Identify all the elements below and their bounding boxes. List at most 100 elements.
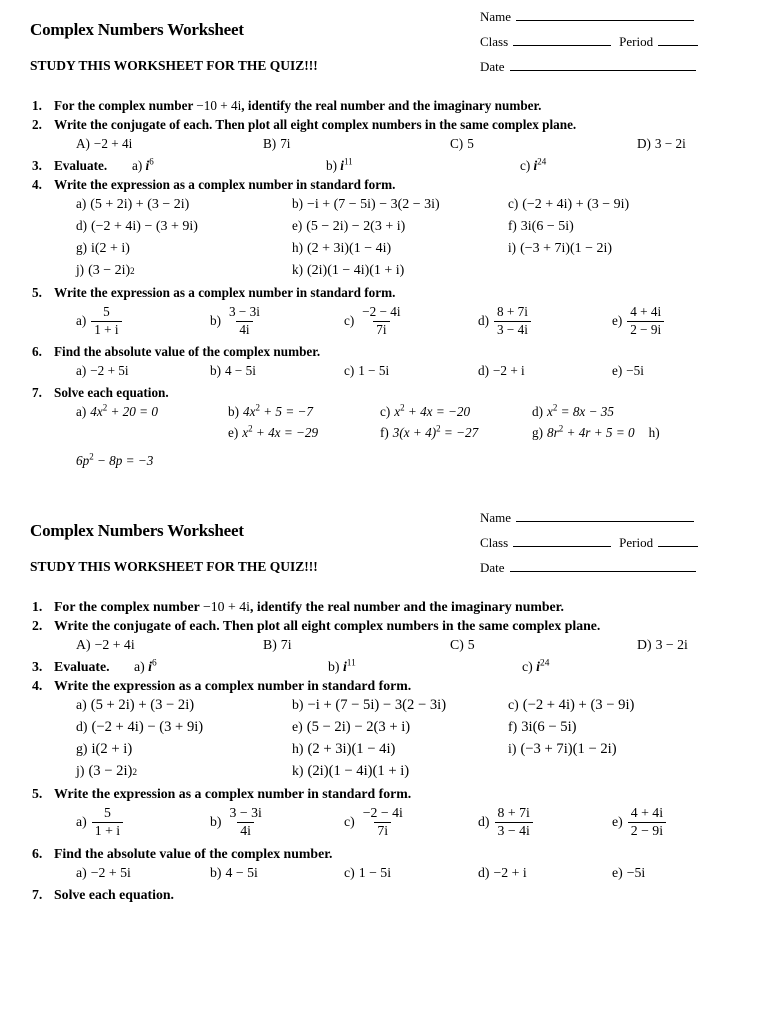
problem-4-row-2-2: d) (−2 + 4i) − (3 + 9i) e) (5 − 2i) − 2(… [76, 719, 738, 736]
part-tag: g) [76, 741, 88, 756]
part-expression: (2 + 3i)(1 − 4i) [307, 241, 392, 256]
problem-4-part-h-2: h) (2 + 3i)(1 − 4i) [292, 741, 508, 758]
problem-5-number: 5. [32, 285, 42, 300]
part-tag: b) [210, 864, 222, 880]
copy-separator [0, 475, 768, 501]
part-tag: i) [508, 240, 517, 255]
class-input[interactable] [513, 34, 612, 46]
part-tag: C) [450, 136, 464, 151]
name-line: Name [480, 9, 738, 25]
worksheet-copy-2: Complex Numbers Worksheet STUDY THIS WOR… [0, 501, 768, 903]
part-fraction: 5 1 + i [91, 304, 122, 337]
part-expression: (−2 + 4i) + (3 − 9i) [522, 197, 630, 212]
part-fraction: 3 − 3i 4i [227, 805, 265, 840]
problem-4-answers-2: a) (5 + 2i) + (3 − 2i) b) −i + (7 − 5i) … [30, 697, 738, 780]
fraction-numerator: 5 [103, 805, 111, 820]
problem-7-part-c: c) x2 + 4x = −20 [380, 403, 532, 420]
problem-list-2: 1. For the complex number −10 + 4i, iden… [30, 599, 738, 903]
problem-7-part-d: d) x2 = 8x − 35 [532, 403, 684, 420]
problem-4-part-a-2: a) (5 + 2i) + (3 − 2i) [76, 697, 292, 714]
part-tag: c) [508, 697, 519, 712]
problem-4: 4. Write the expression as a complex num… [30, 177, 738, 193]
part-exponent: 11 [343, 156, 353, 167]
problem-2-part-b: B) 7i [263, 136, 450, 152]
fraction-numerator: 8 + 7i [497, 304, 528, 320]
problem-4-number: 4. [32, 177, 42, 192]
problem-3-number-2: 3. [32, 659, 43, 674]
problem-3-part-a: a) i6 [132, 157, 326, 174]
problem-6: 6. Find the absolute value of the comple… [30, 344, 738, 360]
part-tag: b) [210, 814, 222, 830]
student-info-block-2: Name Class Period Date [480, 501, 738, 585]
class-label: Class [480, 34, 509, 49]
problem-4-part-j: j) (3 − 2i) 2 [76, 262, 135, 278]
problem-5-part-b: b) 3 − 3i 4i [210, 304, 344, 337]
problem-4-part-k: k) (2i)(1 − 4i)(1 + i) [292, 262, 508, 279]
part-expression: 8r2 + 4r + 5 = 0 [547, 424, 635, 441]
problem-6-number-2: 6. [32, 845, 43, 861]
problem-3-part-b: b) i11 [326, 156, 520, 174]
page-subtitle: STUDY THIS WORKSHEET FOR THE QUIZ!!! [30, 58, 318, 73]
part-fraction: 5 1 + i [91, 805, 124, 840]
problem-1-number-2: 1. [32, 599, 43, 614]
part-expression: (5 + 2i) + (3 − 2i) [90, 197, 190, 212]
name-input-2[interactable] [516, 510, 695, 522]
period-label: Period [619, 34, 654, 49]
problem-4-copy2: 4. Write the expression as a complex num… [30, 678, 738, 694]
part-tag: i) [508, 741, 517, 756]
part-tag: c) [344, 313, 355, 328]
problem-7: 7. Solve each equation. [30, 385, 738, 401]
class-input-2[interactable] [513, 535, 612, 547]
problem-5-copy2: 5. Write the expression as a complex num… [30, 786, 738, 802]
part-tag: A) [76, 637, 91, 652]
part-tag: B) [263, 637, 277, 652]
date-label: Date [480, 59, 505, 74]
problem-1-text-after-2: , identify the real number and the imagi… [249, 599, 564, 614]
problem-6-part-c: c) 1 − 5i [344, 363, 478, 379]
date-input[interactable] [509, 59, 696, 71]
part-exponent: 24 [537, 156, 547, 167]
part-expression: 4x2 + 5 = −7 [243, 403, 313, 420]
problem-6-answers: a) −2 + 5i b) 4 − 5i c) 1 − 5i d) −2 + i… [30, 363, 738, 379]
problem-4-part-e: e) (5 − 2i) − 2(3 + i) [292, 218, 508, 235]
problem-2-part-d: D) 3 − 2i [637, 136, 768, 152]
problem-4-part-d: d) (−2 + 4i) − (3 + 9i) [76, 218, 292, 235]
problem-4-part-i: i) (−3 + 7i)(1 − 2i) [508, 240, 724, 257]
part-tag: B) [263, 136, 277, 151]
part-expression: −2 + 4i [94, 637, 135, 652]
part-tag: d) [532, 404, 543, 419]
part-tag: c) [344, 814, 355, 830]
period-input[interactable] [658, 34, 699, 46]
problem-1-expression: −10 + 4i [196, 98, 242, 113]
problem-3-copy2: 3. Evaluate. a) i6 b) i11 c) i24 [30, 659, 738, 675]
problem-6-part-d-2: d) −2 + i [478, 865, 612, 881]
part-expression: x2 + 4x = −20 [394, 403, 470, 420]
problem-2-part-a-2: A) −2 + 4i [76, 637, 263, 653]
part-tag: e) [612, 313, 623, 328]
problem-7-row-3: 6p2 − 8p = −3 [76, 452, 738, 469]
part-tag: e) [228, 425, 239, 440]
problem-7-prompt: Solve each equation. [54, 385, 169, 400]
period-label-2: Period [619, 535, 654, 550]
worksheet-header: Complex Numbers Worksheet STUDY THIS WOR… [30, 0, 738, 84]
class-label-2: Class [480, 535, 509, 550]
problem-7-part-g: g) 8r2 + 4r + 5 = 0 [532, 424, 635, 441]
problem-4-row-1-2: a) (5 + 2i) + (3 − 2i) b) −i + (7 − 5i) … [76, 697, 738, 714]
problem-6-answers-2: a) −2 + 5i b) 4 − 5i c) 1 − 5i d) −2 + i… [30, 865, 738, 881]
part-tag: a) [76, 864, 87, 880]
problem-4-part-j-2: j) (3 − 2i) 2 [76, 763, 138, 779]
problem-1: 1. For the complex number −10 + 4i, iden… [30, 98, 738, 114]
class-period-line: Class Period [480, 34, 738, 50]
part-expression: 3i(6 − 5i) [520, 219, 574, 234]
name-input[interactable] [516, 9, 695, 21]
page-subtitle-2: STUDY THIS WORKSHEET FOR THE QUIZ!!! [30, 559, 318, 574]
date-input-2[interactable] [509, 560, 696, 572]
problem-2-answers: A) −2 + 4i B) 7i C) 5 D) 3 − 2i [30, 136, 738, 152]
problem-2-part-a: A) −2 + 4i [76, 136, 263, 152]
part-tag: b) [292, 697, 304, 712]
class-period-line-2: Class Period [480, 535, 738, 551]
part-tag: g) [76, 240, 87, 255]
period-input-2[interactable] [658, 535, 699, 547]
part-expression: (−2 + 4i) + (3 − 9i) [522, 697, 635, 713]
part-tag: b) [210, 313, 221, 328]
